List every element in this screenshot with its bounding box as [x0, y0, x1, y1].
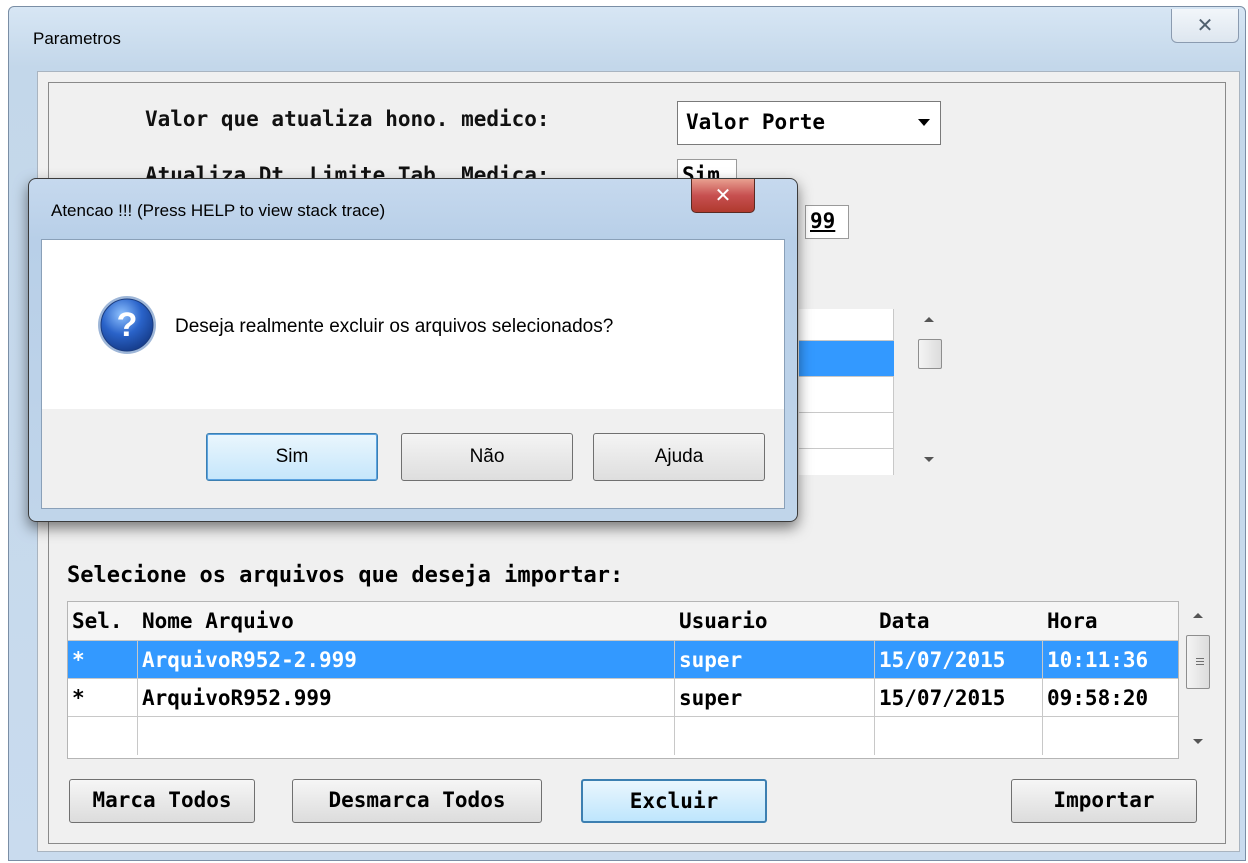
grid-header: Sel. Nome Arquivo Usuario Data Hora	[68, 602, 1178, 640]
cell-empty	[675, 717, 875, 755]
cell-empty	[1043, 717, 1178, 755]
cell-nome: ArquivoR952-2.999	[138, 641, 675, 679]
cell-empty	[875, 717, 1043, 755]
dialog-message: Deseja realmente excluir os arquivos sel…	[175, 316, 614, 337]
upper-grid-row[interactable]	[799, 377, 894, 413]
upper-grid-row-selected[interactable]	[799, 341, 894, 377]
window-title: Parametros	[33, 29, 121, 48]
excluir-button[interactable]: Excluir	[581, 779, 767, 823]
hono-dropdown-value: Valor Porte	[686, 110, 826, 134]
cell-empty	[68, 717, 138, 755]
upper-grid-scrollbar[interactable]	[915, 307, 945, 475]
svg-text:?: ?	[117, 306, 138, 344]
dialog-close-button[interactable]: ✕	[691, 179, 755, 213]
scroll-thumb[interactable]	[1186, 635, 1210, 689]
cell-data: 15/07/2015	[875, 679, 1043, 717]
cell-sel: *	[68, 641, 138, 679]
sim-button[interactable]: Sim	[206, 433, 378, 481]
hono-dropdown[interactable]: Valor Porte	[677, 101, 941, 145]
desmarca-todos-button[interactable]: Desmarca Todos	[292, 779, 542, 823]
files-grid-scrollbar[interactable]	[1181, 601, 1215, 759]
upper-grid-row[interactable]	[799, 413, 894, 449]
dialog-title: Atencao !!! (Press HELP to view stack tr…	[51, 201, 386, 220]
grip-line	[1196, 664, 1204, 665]
col-header-data[interactable]: Data	[875, 602, 1043, 640]
cell-data: 15/07/2015	[875, 641, 1043, 679]
close-icon: ✕	[714, 185, 732, 207]
cell-usuario: super	[675, 679, 875, 717]
col-header-sel[interactable]: Sel.	[68, 602, 138, 640]
importar-button[interactable]: Importar	[1011, 779, 1197, 823]
grip-line	[1196, 658, 1204, 659]
dialog-body: ? Deseja realmente excluir os arquivos s…	[41, 239, 785, 409]
scroll-down-icon[interactable]	[1193, 739, 1203, 744]
upper-grid	[799, 309, 894, 475]
files-grid: Sel. Nome Arquivo Usuario Data Hora * Ar…	[67, 601, 1179, 759]
col-header-nome[interactable]: Nome Arquivo	[138, 602, 675, 640]
import-section-label: Selecione os arquivos que deseja importa…	[67, 563, 624, 588]
partial-field[interactable]: 99	[805, 205, 849, 239]
close-icon: ✕	[1196, 15, 1214, 37]
cell-usuario: super	[675, 641, 875, 679]
upper-grid-header	[799, 309, 894, 341]
col-header-usuario[interactable]: Usuario	[675, 602, 875, 640]
scroll-up-icon[interactable]	[1193, 613, 1203, 618]
chevron-down-icon	[918, 119, 930, 126]
scroll-down-icon[interactable]	[924, 457, 934, 462]
col-header-hora[interactable]: Hora	[1043, 602, 1178, 640]
ajuda-button[interactable]: Ajuda	[593, 433, 765, 481]
table-row[interactable]: * ArquivoR952-2.999 super 15/07/2015 10:…	[68, 640, 1178, 679]
dialog-footer: Sim Não Ajuda	[41, 409, 785, 509]
cell-sel: *	[68, 679, 138, 717]
marca-todos-button[interactable]: Marca Todos	[69, 779, 255, 823]
cell-nome: ArquivoR952.999	[138, 679, 675, 717]
confirm-dialog: Atencao !!! (Press HELP to view stack tr…	[28, 178, 798, 522]
scroll-up-icon[interactable]	[924, 317, 934, 322]
table-row-empty[interactable]	[68, 716, 1178, 755]
grip-line	[1196, 661, 1204, 662]
nao-button[interactable]: Não	[401, 433, 573, 481]
hono-label: Valor que atualiza hono. medico:	[145, 107, 550, 131]
scroll-thumb[interactable]	[918, 339, 942, 369]
table-row[interactable]: * ArquivoR952.999 super 15/07/2015 09:58…	[68, 678, 1178, 717]
question-icon: ?	[98, 296, 156, 354]
cell-hora: 09:58:20	[1043, 679, 1178, 717]
cell-empty	[138, 717, 675, 755]
cell-hora: 10:11:36	[1043, 641, 1178, 679]
window-close-button[interactable]: ✕	[1171, 9, 1239, 43]
